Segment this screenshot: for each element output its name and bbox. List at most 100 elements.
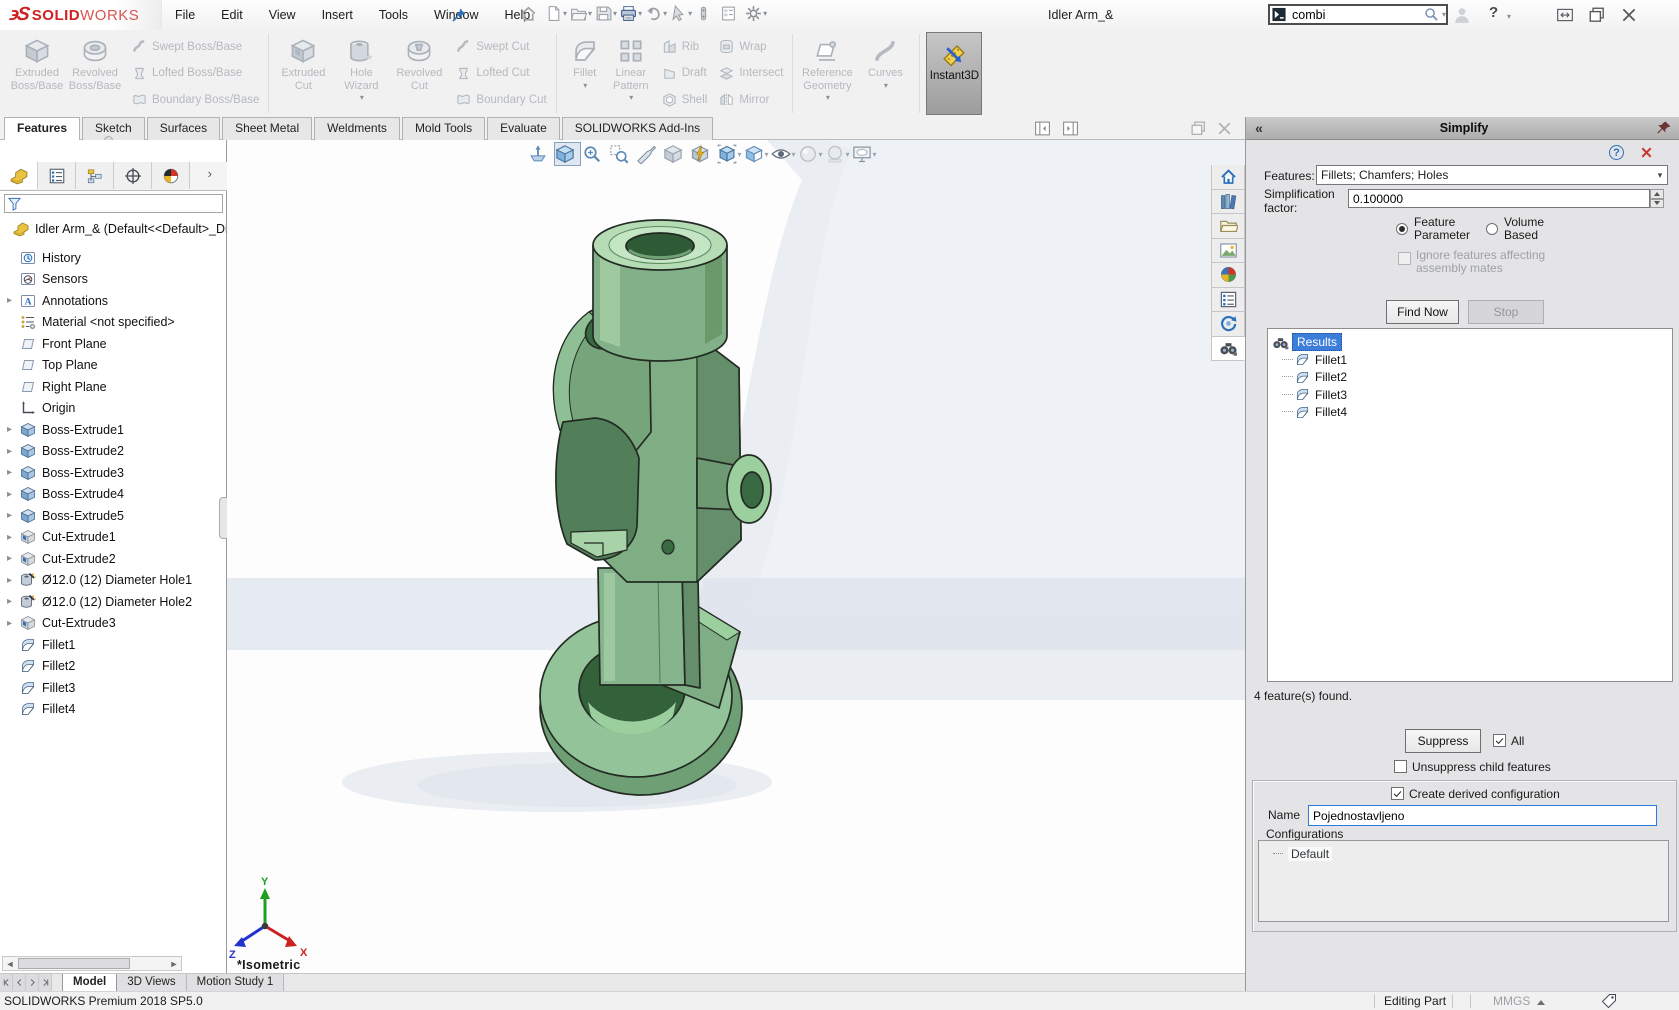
tag-icon[interactable] bbox=[1601, 993, 1617, 1009]
command-tab[interactable]: Sheet Metal bbox=[222, 117, 312, 140]
tree-filter-input[interactable] bbox=[22, 197, 222, 211]
task-pane-tab[interactable] bbox=[1211, 337, 1245, 362]
help-icon[interactable]: ? bbox=[1489, 4, 1498, 21]
document-tab[interactable]: Model bbox=[62, 974, 117, 991]
command-tab[interactable]: Weldments bbox=[314, 117, 400, 140]
ribbon-button[interactable]: Rib bbox=[662, 39, 708, 54]
doc-restore-button[interactable] bbox=[1190, 120, 1207, 137]
view-tool-button[interactable]: ▾ bbox=[527, 142, 554, 166]
view-tool-button[interactable]: ▾ bbox=[581, 142, 608, 166]
pin-menubar-icon[interactable] bbox=[451, 7, 467, 23]
expand-arrow-icon[interactable]: ▸ bbox=[7, 618, 20, 629]
ribbon-button[interactable]: Fillet ▾ bbox=[562, 31, 608, 116]
quick-access-button[interactable]: ▾ bbox=[520, 5, 542, 22]
ribbon-button[interactable]: Swept Boss/Base bbox=[132, 39, 259, 54]
menu-item[interactable]: Insert bbox=[309, 0, 366, 30]
view-tool-button[interactable]: ▾ bbox=[743, 142, 770, 166]
doc-minimize-button[interactable] bbox=[1162, 124, 1179, 141]
view-tool-button[interactable]: ▾ bbox=[851, 142, 878, 166]
results-root[interactable]: Results bbox=[1272, 333, 1672, 351]
ribbon-button[interactable]: Boundary Cut bbox=[456, 92, 546, 107]
feature-parameter-radio[interactable] bbox=[1396, 223, 1408, 235]
ignore-mates-checkbox[interactable] bbox=[1398, 252, 1411, 265]
tree-item[interactable]: ▸ Boss-Extrude1 bbox=[0, 419, 226, 441]
tree-item[interactable]: ▸ Ø12.0 (12) Diameter Hole2 bbox=[0, 591, 226, 613]
search-scope-icon[interactable] bbox=[1271, 7, 1287, 22]
tree-item[interactable]: ▸ Boss-Extrude3 bbox=[0, 462, 226, 484]
tree-item[interactable]: ▸ Boss-Extrude4 bbox=[0, 484, 226, 506]
quick-access-button[interactable]: ▾ bbox=[745, 5, 767, 22]
task-pane-tab[interactable] bbox=[1211, 263, 1245, 288]
expand-arrow-icon[interactable]: ▸ bbox=[7, 553, 20, 564]
command-tab[interactable]: Sketch bbox=[82, 117, 145, 140]
ribbon-button[interactable]: Revolved Boss/Base ▾ bbox=[66, 31, 124, 116]
tree-item[interactable]: ▸ Boss-Extrude2 bbox=[0, 441, 226, 463]
feature-manager-tab[interactable] bbox=[76, 162, 114, 189]
document-tab[interactable]: 3D Views bbox=[117, 974, 186, 991]
expand-arrow-icon[interactable]: ▸ bbox=[7, 575, 20, 586]
view-tool-button[interactable]: ▾ bbox=[689, 142, 716, 166]
previous-pane-button[interactable] bbox=[1034, 120, 1051, 137]
panel-close-button[interactable] bbox=[1639, 145, 1654, 160]
view-tool-button[interactable]: ▾ bbox=[554, 142, 581, 166]
ribbon-button[interactable]: Lofted Boss/Base bbox=[132, 66, 259, 81]
feature-manager-tab[interactable] bbox=[0, 162, 38, 189]
search-input[interactable] bbox=[1290, 7, 1424, 23]
restore-window-button[interactable] bbox=[1588, 6, 1606, 24]
units-dropdown-icon[interactable] bbox=[1537, 1000, 1545, 1005]
panel-help-button[interactable] bbox=[1609, 145, 1624, 160]
command-tab[interactable]: Evaluate bbox=[487, 117, 560, 140]
menu-item[interactable]: Tools bbox=[366, 0, 421, 30]
task-pane-tab[interactable] bbox=[1211, 165, 1245, 190]
chevron-down-icon[interactable]: ▾ bbox=[613, 9, 617, 18]
task-pane-tab[interactable] bbox=[1211, 288, 1245, 313]
ribbon-button[interactable]: Lofted Cut bbox=[456, 66, 546, 81]
minimize-window-button[interactable] bbox=[1528, 9, 1546, 27]
view-tool-button[interactable]: ▾ bbox=[824, 142, 851, 166]
view-tool-button[interactable]: ▾ bbox=[662, 142, 689, 166]
tree-item[interactable]: ▸ Right Plane bbox=[0, 376, 226, 398]
result-item[interactable]: Fillet2 bbox=[1282, 369, 1672, 387]
document-tab[interactable]: Motion Study 1 bbox=[187, 974, 285, 991]
config-name-input[interactable] bbox=[1309, 806, 1656, 825]
features-dropdown[interactable]: Fillets; Chamfers; Holes ▾ bbox=[1316, 165, 1668, 185]
chevron-down-icon[interactable]: ▾ bbox=[763, 9, 767, 18]
command-tab[interactable]: SOLIDWORKS Add-Ins bbox=[562, 117, 713, 140]
search-icon[interactable] bbox=[1424, 7, 1439, 22]
menu-item[interactable]: Edit bbox=[208, 0, 256, 30]
tabs-overflow-arrow[interactable]: › bbox=[208, 166, 220, 181]
configuration-item[interactable]: Default bbox=[1273, 847, 1668, 861]
doc-close-button[interactable] bbox=[1216, 120, 1233, 137]
ribbon-button[interactable]: Intersect bbox=[719, 66, 783, 81]
menu-item[interactable]: File bbox=[162, 0, 208, 30]
result-item[interactable]: Fillet4 bbox=[1282, 404, 1672, 422]
expand-arrow-icon[interactable]: ▸ bbox=[7, 467, 20, 478]
next-pane-button[interactable] bbox=[1062, 120, 1079, 137]
quick-access-button[interactable]: ▾ bbox=[570, 5, 592, 22]
ribbon-button[interactable]: Wrap bbox=[719, 39, 783, 54]
feature-manager-tab[interactable] bbox=[38, 162, 76, 189]
all-checkbox[interactable] bbox=[1493, 734, 1506, 747]
expand-arrow-icon[interactable]: ▸ bbox=[7, 489, 20, 500]
ribbon-button[interactable]: Mirror bbox=[719, 92, 783, 107]
user-account-icon[interactable] bbox=[1453, 6, 1471, 24]
close-window-button[interactable] bbox=[1620, 6, 1638, 24]
factor-input[interactable] bbox=[1349, 191, 1649, 208]
tree-item[interactable]: ▸ Fillet1 bbox=[0, 634, 226, 656]
instant3d-button[interactable]: Instant3D bbox=[926, 32, 982, 115]
collapse-panel-button[interactable]: « bbox=[1246, 120, 1272, 136]
feature-manager-tab[interactable] bbox=[114, 162, 152, 189]
ribbon-button[interactable]: Extruded Cut ▾ bbox=[274, 31, 332, 116]
factor-spinner[interactable] bbox=[1650, 189, 1664, 208]
quick-access-button[interactable]: ▾ bbox=[695, 5, 717, 22]
tree-item[interactable]: ▸ Fillet4 bbox=[0, 699, 226, 721]
quick-access-button[interactable]: ▾ bbox=[645, 5, 667, 22]
quick-access-button[interactable]: ▾ bbox=[595, 5, 617, 22]
view-tool-button[interactable]: ▾ bbox=[716, 142, 743, 166]
graphics-area[interactable]: Y X Z ▾ ▾ ▾ ▾ bbox=[227, 140, 1245, 973]
ribbon-button[interactable]: Shell bbox=[662, 92, 708, 107]
tree-item[interactable]: ▸ Top Plane bbox=[0, 355, 226, 377]
scroll-right-arrow[interactable]: ► bbox=[167, 957, 181, 970]
tree-root-item[interactable]: Idler Arm_& (Default<<Default>_Display bbox=[0, 218, 226, 239]
result-item[interactable]: Fillet3 bbox=[1282, 386, 1672, 404]
